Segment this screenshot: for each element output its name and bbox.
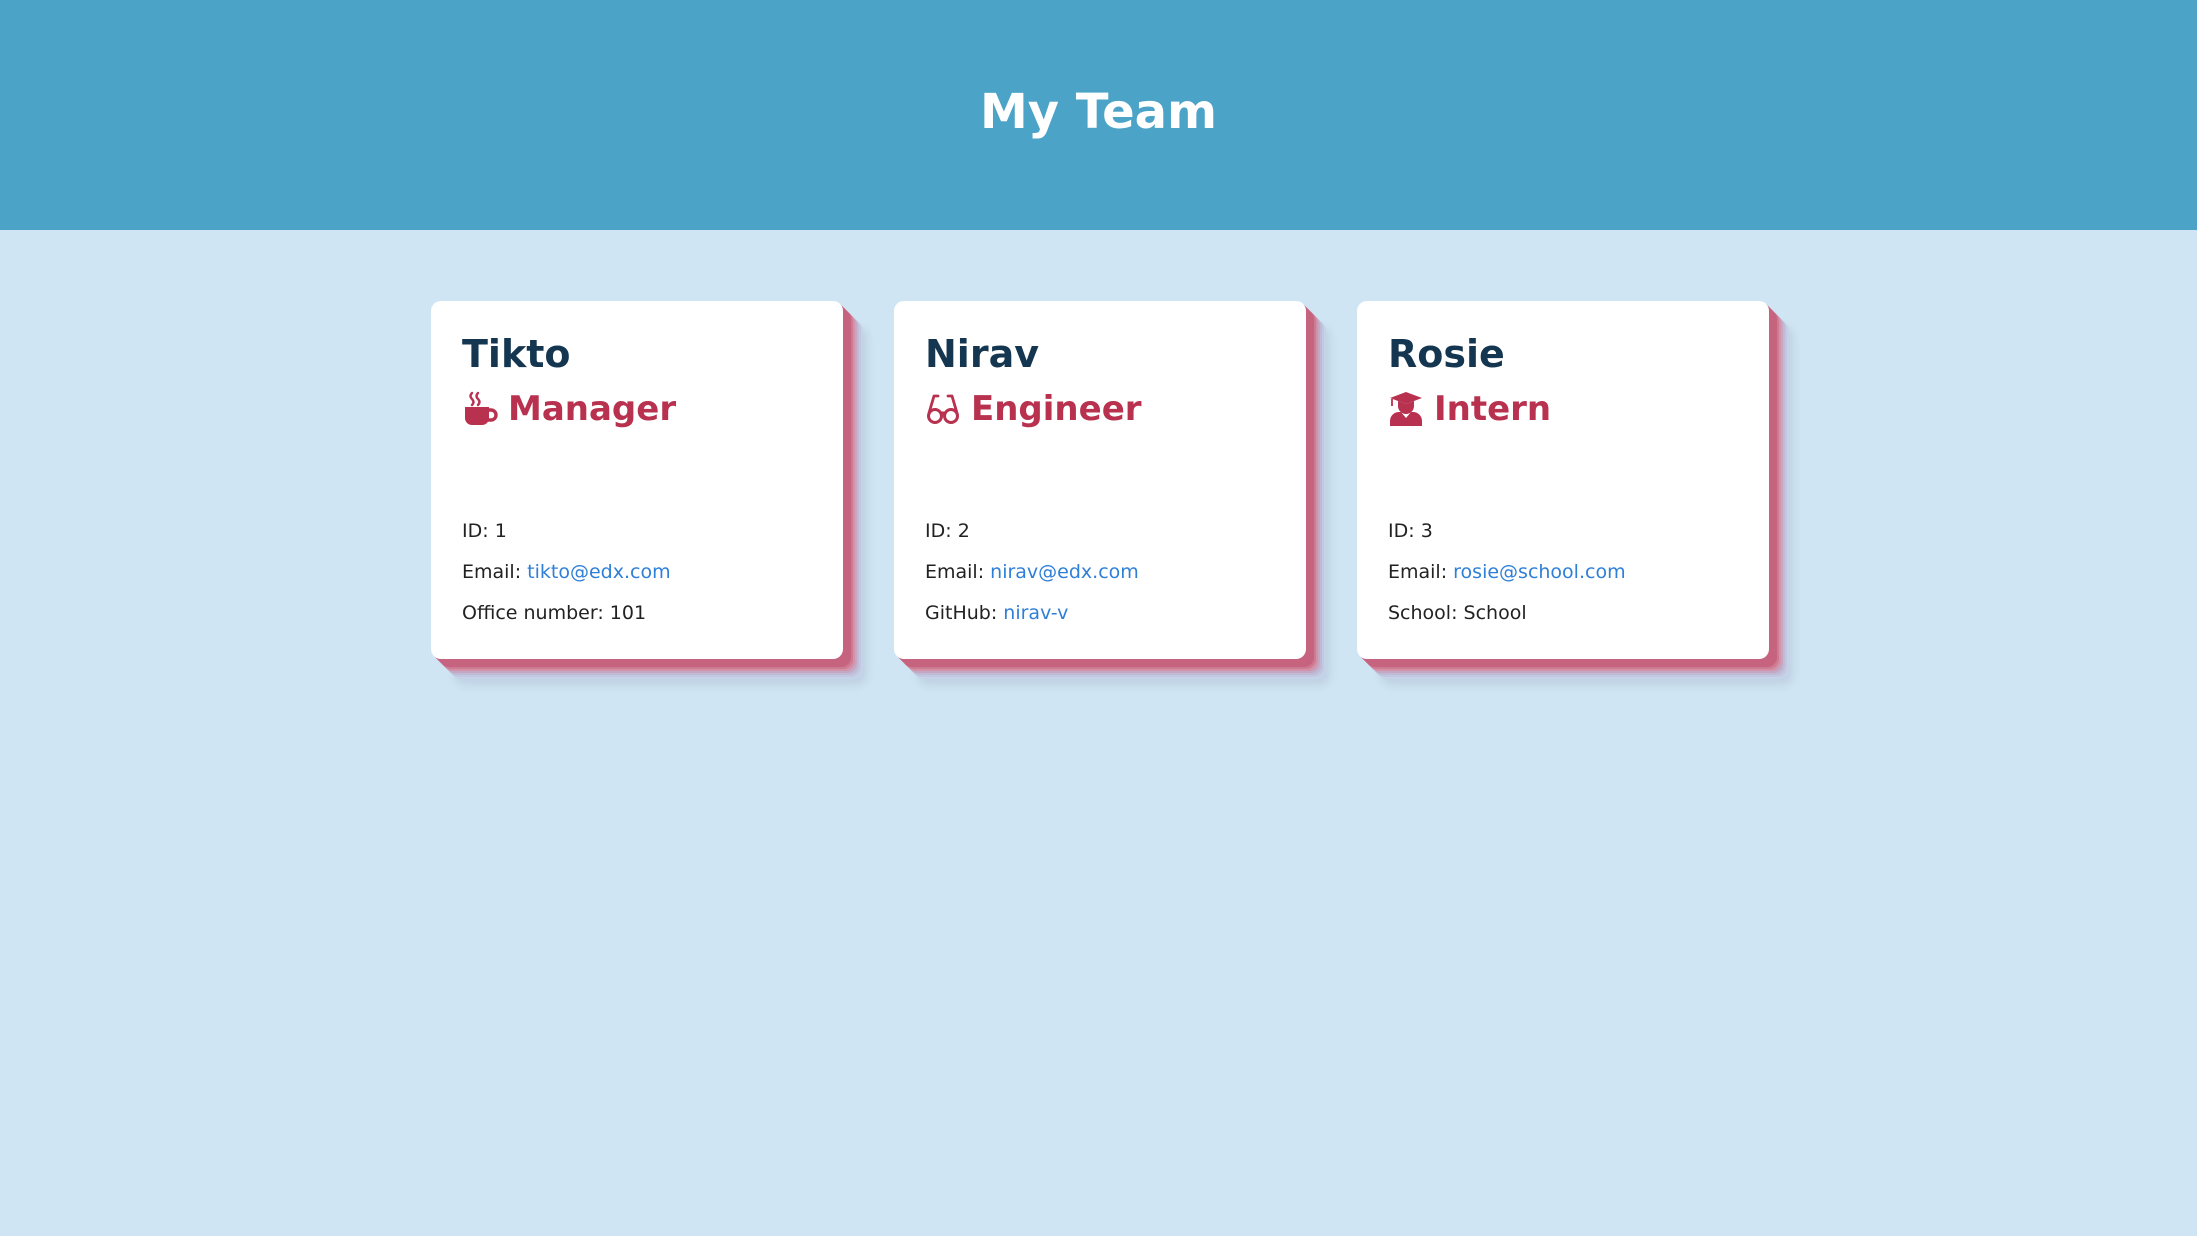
id-row: ID: 1 (462, 517, 671, 558)
employee-name: Tikto (462, 332, 571, 376)
id-label: ID: (1388, 520, 1421, 542)
role-label: Engineer (971, 388, 1142, 429)
email-label: Email: (1388, 561, 1454, 583)
employee-name: Nirav (925, 332, 1039, 376)
coffee-icon (462, 391, 498, 427)
employee-details: ID: 3 Email: rosie@school.com School: Sc… (1388, 517, 1626, 640)
employee-card-intern: Rosie Intern ID: 3 Email: rosie@school.c… (1357, 301, 1769, 659)
email-label: Email: (925, 561, 991, 583)
employee-card-manager: Tikto Manager ID: 1 Email: tikto@edx.com… (431, 301, 843, 659)
employee-role: Intern (1388, 389, 1738, 429)
employee-card-engineer: Nirav Engineer ID: 2 Email: nirav@edx.co… (894, 301, 1306, 659)
github-label: GitHub: (925, 602, 1004, 624)
role-label: Manager (508, 388, 677, 429)
id-row: ID: 3 (1388, 517, 1626, 558)
id-value: 1 (494, 520, 507, 542)
github-row: GitHub: nirav-v (925, 599, 1139, 640)
page-header: My Team (0, 0, 2197, 230)
email-link[interactable]: nirav@edx.com (990, 561, 1139, 583)
office-number-label: Office number: (462, 602, 610, 624)
email-link[interactable]: rosie@school.com (1453, 561, 1625, 583)
role-label: Intern (1434, 388, 1552, 429)
graduate-icon (1388, 391, 1424, 427)
page-title: My Team (979, 84, 1218, 140)
id-label: ID: (462, 520, 495, 542)
employee-details: ID: 2 Email: nirav@edx.com GitHub: nirav… (925, 517, 1139, 640)
school-row: School: School (1388, 599, 1626, 640)
glasses-icon (925, 391, 961, 427)
github-link[interactable]: nirav-v (1003, 602, 1068, 624)
employee-role: Engineer (925, 389, 1275, 429)
team-cards: Tikto Manager ID: 1 Email: tikto@edx.com… (431, 301, 1769, 659)
email-row: Email: nirav@edx.com (925, 558, 1139, 599)
employee-name: Rosie (1388, 332, 1505, 376)
email-link[interactable]: tikto@edx.com (527, 561, 670, 583)
email-row: Email: tikto@edx.com (462, 558, 671, 599)
employee-role: Manager (462, 389, 812, 429)
office-number-row: Office number: 101 (462, 599, 671, 640)
id-value: 2 (957, 520, 970, 542)
id-label: ID: (925, 520, 958, 542)
employee-details: ID: 1 Email: tikto@edx.com Office number… (462, 517, 671, 640)
email-row: Email: rosie@school.com (1388, 558, 1626, 599)
id-value: 3 (1420, 520, 1433, 542)
id-row: ID: 2 (925, 517, 1139, 558)
email-label: Email: (462, 561, 528, 583)
school-label: School: (1388, 602, 1464, 624)
office-number-value: 101 (609, 602, 647, 624)
school-value: School (1463, 602, 1527, 624)
